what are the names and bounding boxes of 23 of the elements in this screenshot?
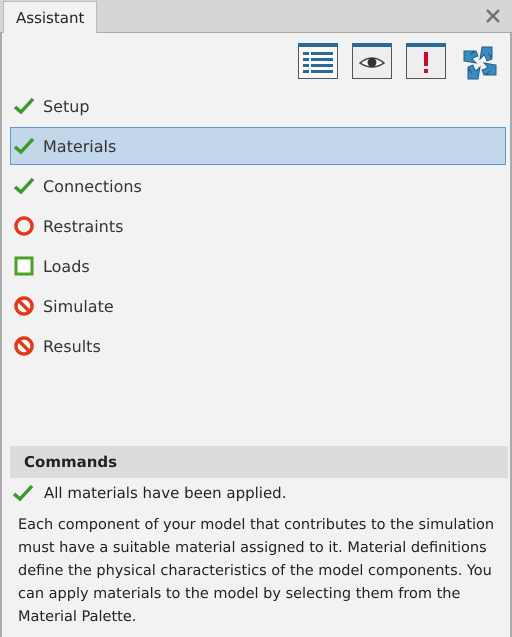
circle-icon bbox=[13, 215, 35, 237]
step-item[interactable]: Restraints bbox=[10, 207, 506, 245]
step-item[interactable]: Materials bbox=[10, 127, 506, 165]
step-item[interactable]: Setup bbox=[10, 87, 506, 125]
prohibited-icon bbox=[13, 335, 35, 357]
square-icon bbox=[13, 255, 35, 277]
description-text: Each component of your model that contributes to the simulation must have a suitable material assigned to it. Material definitions define the physical characteristics of the model components. You can apply materials to the model by selecting them from the Material Palette. bbox=[18, 516, 496, 627]
step-item[interactable]: Results bbox=[10, 327, 506, 365]
checkmark-icon bbox=[13, 97, 35, 115]
alert-icon[interactable] bbox=[406, 43, 446, 79]
panel-tab[interactable]: Assistant bbox=[3, 1, 98, 33]
eye-icon[interactable] bbox=[352, 43, 392, 79]
status-text: All materials have been applied. bbox=[44, 484, 286, 502]
step-item[interactable]: Connections bbox=[10, 167, 506, 205]
checkmark-icon bbox=[13, 177, 35, 195]
step-item[interactable]: Loads bbox=[10, 247, 506, 285]
list-view-icon[interactable] bbox=[298, 43, 338, 79]
step-item[interactable]: Simulate bbox=[10, 287, 506, 325]
prohibited-icon bbox=[13, 295, 35, 317]
checkmark-icon bbox=[13, 137, 35, 155]
section-header: Commands bbox=[10, 446, 508, 478]
checkmark-icon bbox=[12, 484, 34, 502]
close-icon[interactable] bbox=[486, 9, 500, 23]
